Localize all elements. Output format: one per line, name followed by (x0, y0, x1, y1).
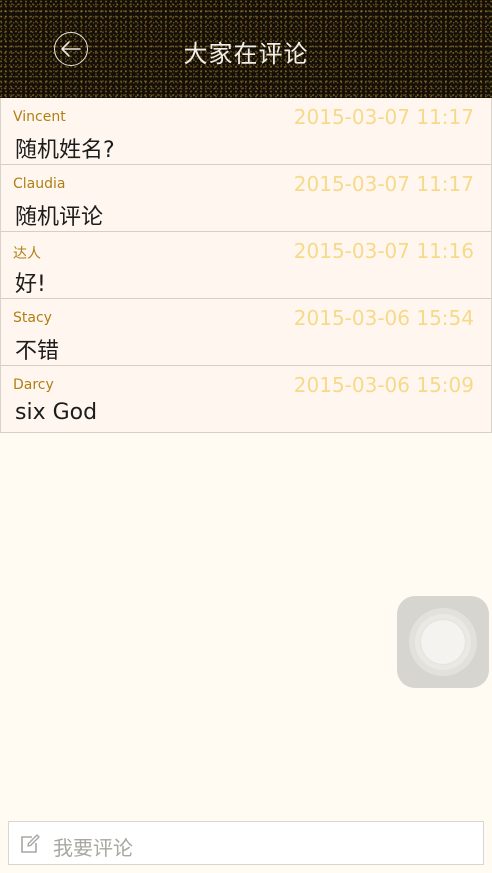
comment-item[interactable]: Vincent 2015-03-07 11:17 随机姓名? (0, 98, 492, 165)
comment-input[interactable]: 我要评论 (8, 821, 484, 865)
comment-text: 随机评论 (15, 205, 104, 230)
comment-text: six God (15, 400, 98, 425)
comment-input-placeholder: 我要评论 (53, 836, 133, 860)
comment-text: 不错 (15, 339, 60, 364)
comment-author: Darcy (13, 377, 54, 393)
header-bar: 大家在评论 (0, 0, 492, 98)
page-title: 大家在评论 (183, 40, 309, 68)
comment-time: 2015-03-07 11:17 (293, 172, 474, 196)
comment-time: 2015-03-06 15:54 (293, 306, 474, 330)
assistive-touch-button[interactable] (397, 596, 489, 688)
edit-icon (21, 834, 40, 853)
comment-item[interactable]: Stacy 2015-03-06 15:54 不错 (0, 299, 492, 366)
comment-time: 2015-03-07 11:16 (293, 239, 474, 263)
assistive-touch-icon (409, 608, 477, 676)
comment-text: 好! (15, 272, 46, 297)
comment-author: 达人 (13, 246, 41, 262)
comment-author: Vincent (13, 109, 66, 125)
comment-author: Claudia (13, 176, 66, 192)
comment-time: 2015-03-06 15:09 (293, 373, 474, 397)
comment-time: 2015-03-07 11:17 (293, 105, 474, 129)
comment-item[interactable]: Claudia 2015-03-07 11:17 随机评论 (0, 165, 492, 232)
comment-author: Stacy (13, 310, 52, 326)
comment-text: 随机姓名? (15, 138, 115, 163)
comment-list: Vincent 2015-03-07 11:17 随机姓名? Claudia 2… (0, 98, 492, 433)
comment-item[interactable]: 达人 2015-03-07 11:16 好! (0, 232, 492, 299)
comment-item[interactable]: Darcy 2015-03-06 15:09 six God (0, 366, 492, 433)
